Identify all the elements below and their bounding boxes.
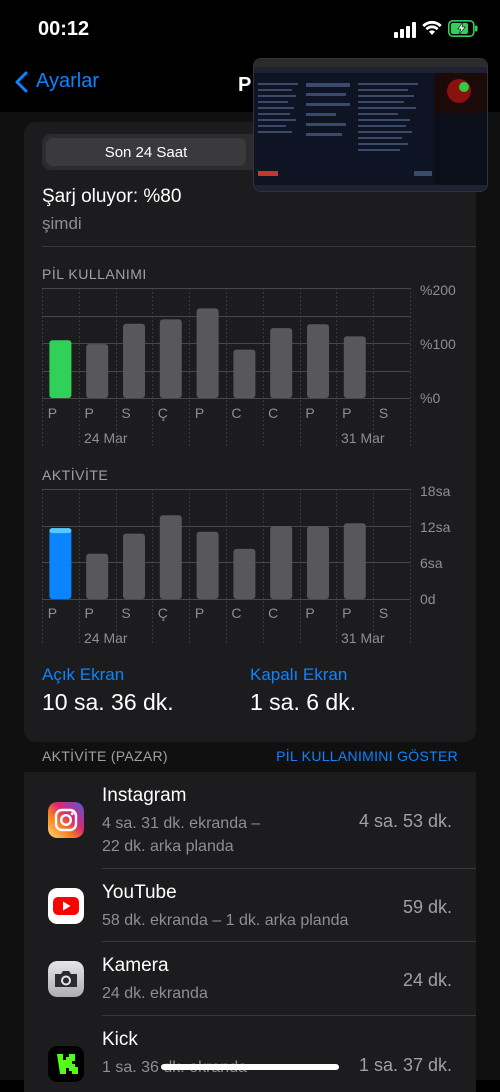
y-tick-label: %200 <box>420 282 456 298</box>
app-detail: 58 dk. ekranda – 1 dk. arka planda <box>102 912 349 929</box>
app-total-time: 4 sa. 53 dk. <box>358 811 452 831</box>
day-label: Ç <box>157 605 168 621</box>
chart-bar <box>86 553 109 599</box>
day-label: P <box>342 605 352 621</box>
cellular-signal-icon <box>394 22 418 38</box>
app-detail: 24 dk. ekranda <box>102 985 208 1002</box>
day-label: P <box>342 405 352 421</box>
day-label: P <box>194 605 205 621</box>
picture-in-picture-window[interactable] <box>253 58 488 192</box>
camera-icon <box>48 961 84 997</box>
show-battery-usage-button[interactable]: PİL KULLANIMINI GÖSTER <box>276 748 458 764</box>
chart-bar <box>343 523 366 599</box>
pip-video-thumbnail <box>254 59 487 191</box>
day-label: P <box>84 605 94 621</box>
battery-usage-label: PİL KULLANIMI <box>42 266 147 282</box>
activity-chart <box>42 489 411 645</box>
status-bar: 00:12 <box>0 0 500 60</box>
app-name: Kamera <box>102 955 169 976</box>
chart-bar <box>270 526 293 599</box>
day-label: P <box>194 405 205 421</box>
chart-bar <box>86 344 109 398</box>
page-title: P <box>238 74 252 96</box>
activity-label: AKTİVİTE <box>42 467 109 483</box>
day-label: S <box>121 405 131 421</box>
y-tick-label: 6sa <box>420 555 443 571</box>
list-item[interactable]: Kamera 24 dk. ekranda 24 dk. <box>24 942 476 1016</box>
charge-status-title: Şarj oluyor: %80 <box>42 186 182 207</box>
chart-bar <box>123 533 145 599</box>
status-time: 00:12 <box>38 18 90 40</box>
y-tick-label: %0 <box>420 390 441 406</box>
wifi-icon <box>422 20 442 35</box>
home-indicator <box>161 1064 339 1070</box>
kick-icon <box>48 1046 84 1082</box>
app-detail: 22 dk. arka planda <box>102 838 234 855</box>
screen-off-label: Kapalı Ekran <box>250 665 348 684</box>
date-label: 31 Mar <box>341 430 385 446</box>
app-name: YouTube <box>102 882 177 903</box>
y-tick-label: 18sa <box>420 483 451 499</box>
list-item[interactable]: Kick 1 sa. 36 dk. ekranda 1 sa. 37 dk. <box>24 1016 476 1092</box>
screen-on-block: Açık Ekran 10 sa. 36 dk. <box>42 665 174 716</box>
date-label: 24 Mar <box>84 630 128 646</box>
app-total-time: 59 dk. <box>402 897 452 917</box>
app-name: Kick <box>102 1029 138 1050</box>
chart-bar <box>233 548 256 599</box>
charge-status-subtitle: şimdi <box>42 214 82 233</box>
day-label: P <box>84 405 94 421</box>
chart-bar <box>196 531 219 599</box>
y-tick-label: 12sa <box>420 519 451 535</box>
back-button-label: Ayarlar <box>36 70 99 92</box>
chart-bar-cap <box>49 528 72 534</box>
app-total-time: 1 sa. 37 dk. <box>358 1055 452 1075</box>
chart-bar <box>159 515 182 599</box>
day-label: P <box>47 605 58 621</box>
screen-on-label: Açık Ekran <box>42 665 125 684</box>
screen-off-value: 1 sa. 6 dk. <box>250 689 357 715</box>
date-label: 31 Mar <box>341 630 385 646</box>
chart-bar <box>49 528 72 599</box>
day-label: P <box>305 405 315 421</box>
y-tick-label: %100 <box>420 336 456 352</box>
day-label: P <box>47 405 58 421</box>
chart-bar <box>343 336 366 398</box>
day-label: C <box>268 605 279 621</box>
chart-bar <box>233 349 256 398</box>
day-label: P <box>305 605 315 621</box>
chart-bar <box>270 328 293 398</box>
screen-on-value: 10 sa. 36 dk. <box>42 689 174 715</box>
youtube-icon <box>48 888 84 924</box>
list-item[interactable]: YouTube 58 dk. ekranda – 1 dk. arka plan… <box>24 869 476 942</box>
list-item[interactable]: Instagram 4 sa. 31 dk. ekranda – 22 dk. … <box>24 772 476 869</box>
day-label: Ç <box>157 405 168 421</box>
app-total-time: 24 dk. <box>402 970 452 990</box>
chart-bar <box>307 324 329 398</box>
battery-usage-chart <box>42 288 411 446</box>
app-detail: 4 sa. 31 dk. ekranda – <box>102 815 261 832</box>
screen-off-block: Kapalı Ekran 1 sa. 6 dk. <box>250 665 356 716</box>
chart-bar <box>307 526 329 599</box>
day-label: C <box>231 605 242 621</box>
date-label: 24 Mar <box>84 430 128 446</box>
instagram-icon <box>48 802 84 838</box>
app-activity-list: Instagram 4 sa. 31 dk. ekranda – 22 dk. … <box>24 772 476 1092</box>
chevron-left-icon <box>15 71 28 92</box>
battery-charging-icon <box>448 20 478 37</box>
divider <box>42 246 476 247</box>
chart-bar <box>123 323 145 398</box>
day-label: C <box>231 405 242 421</box>
segment-last-24-hours[interactable]: Son 24 Saat <box>46 138 246 166</box>
day-label: S <box>378 405 389 421</box>
back-button[interactable]: Ayarlar <box>14 70 99 93</box>
day-label: C <box>268 405 279 421</box>
app-name: Instagram <box>102 785 187 806</box>
y-tick-label: 0d <box>420 591 436 607</box>
chart-bar <box>159 319 182 398</box>
day-label: S <box>378 605 389 621</box>
activity-list-header: AKTİVİTE (PAZAR) <box>42 748 168 764</box>
chart-bar <box>49 340 72 398</box>
day-label: S <box>121 605 131 621</box>
chart-bar <box>196 308 219 398</box>
